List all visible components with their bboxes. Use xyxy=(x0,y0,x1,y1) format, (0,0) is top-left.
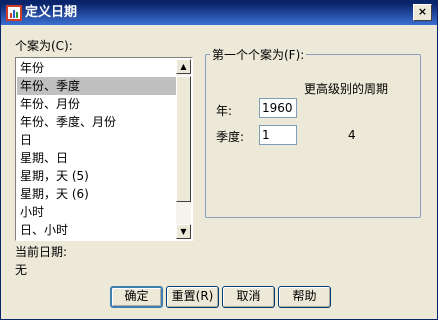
cancel-button[interactable]: 取消 xyxy=(222,286,275,308)
reset-button[interactable]: 重置(R) xyxy=(166,286,219,308)
cases-label: 个案为(C): xyxy=(15,39,73,53)
help-button[interactable]: 帮助 xyxy=(278,286,331,308)
quarter-periodicity-value: 4 xyxy=(348,128,356,142)
list-item[interactable]: 星期、日 xyxy=(17,149,177,167)
spss-app-icon xyxy=(6,5,22,21)
list-item[interactable]: 年份 xyxy=(17,59,177,77)
first-case-group: 第一个个案为(F): 更高级别的周期 年: 1960 季度: 1 4 xyxy=(205,46,421,218)
list-item[interactable]: 小时 xyxy=(17,203,177,221)
scroll-thumb[interactable] xyxy=(176,76,191,202)
quarter-input[interactable]: 1 xyxy=(259,125,297,145)
higher-level-periodicity-header: 更高级别的周期 xyxy=(304,82,389,96)
scroll-down-button[interactable]: ▼ xyxy=(176,224,191,239)
list-item[interactable]: 日 xyxy=(17,131,177,149)
close-icon: × xyxy=(417,5,428,18)
year-input[interactable]: 1960 xyxy=(259,98,297,118)
current-dates-value: 无 xyxy=(15,263,28,277)
cases-scrollbar[interactable]: ▲ ▼ xyxy=(176,59,191,239)
first-case-legend: 第一个个案为(F): xyxy=(210,46,307,63)
scroll-up-button[interactable]: ▲ xyxy=(176,59,191,74)
ok-button[interactable]: 确定 xyxy=(110,286,163,308)
cases-listbox[interactable]: 年份 年份、季度 年份、月份 年份、季度、月份日星期、日 星期，天 (5) 星期，天 (6… xyxy=(15,57,193,241)
list-item[interactable]: 日、小时 xyxy=(17,221,177,239)
arrow-up-icon: ▲ xyxy=(180,62,187,71)
define-dates-dialog: 定义日期 × 个案为(C): 年份 年份、季度 年份、月份 年份、季度、月份日星期、日… xyxy=(0,0,438,320)
list-item[interactable]: 年份、季度 xyxy=(17,77,177,95)
close-button[interactable]: × xyxy=(413,4,432,21)
arrow-down-icon: ▼ xyxy=(180,227,187,236)
list-item[interactable]: 年份、月份 xyxy=(17,95,177,113)
dialog-title: 定义日期 xyxy=(25,5,78,20)
year-label: 年: xyxy=(216,104,233,118)
current-dates-label: 当前日期: xyxy=(15,245,68,259)
quarter-label: 季度: xyxy=(216,130,245,144)
title-bar[interactable]: 定义日期 × xyxy=(1,1,437,25)
list-item[interactable]: 年份、季度、月份 xyxy=(17,113,177,131)
list-item[interactable]: 星期，天 (5) xyxy=(17,167,177,185)
cases-list: 年份 年份、季度 年份、月份 年份、季度、月份日星期、日 星期，天 (5) 星期，天 (6… xyxy=(17,59,177,239)
list-item[interactable]: 星期，天 (6) xyxy=(17,185,177,203)
